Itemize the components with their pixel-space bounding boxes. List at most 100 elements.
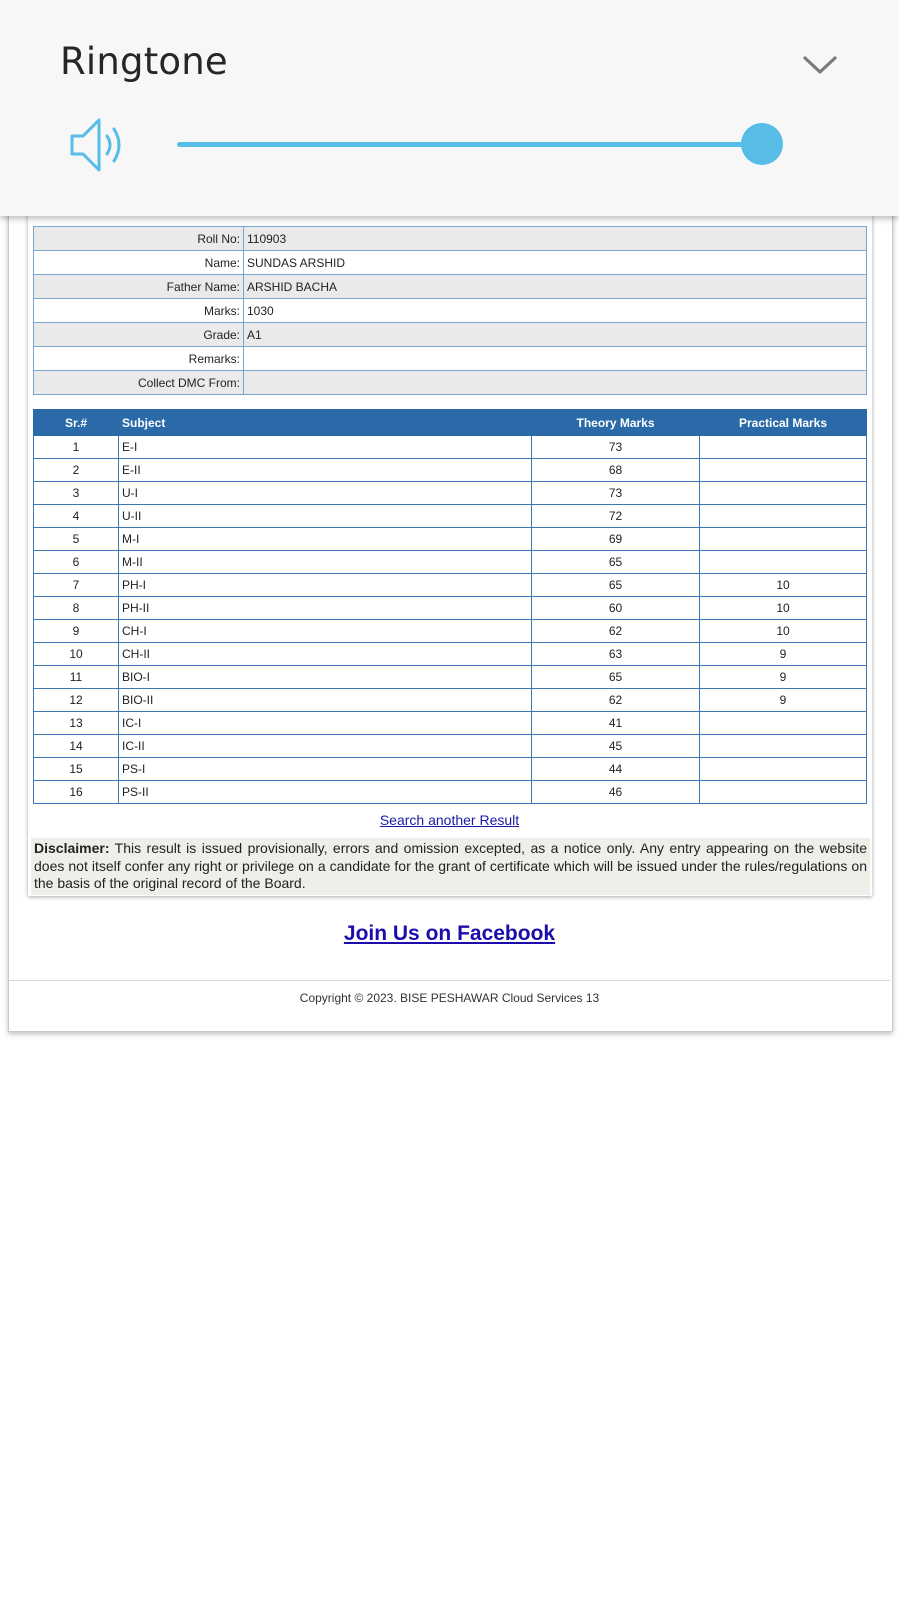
cell-subject: BIO-I: [118, 665, 532, 689]
column-header-theory: Theory Marks: [531, 409, 700, 436]
table-row: 15 PS-I 44: [33, 757, 867, 781]
cell-sr: 3: [33, 481, 119, 505]
cell-subject: PH-II: [118, 596, 532, 620]
table-row: 8 PH-II 60 10: [33, 596, 867, 620]
cell-theory: 44: [531, 757, 700, 781]
cell-sr: 2: [33, 458, 119, 482]
table-row: 16 PS-II 46: [33, 780, 867, 804]
info-row: Roll No: 110903: [33, 226, 867, 251]
cell-practical: 9: [699, 665, 867, 689]
column-header-subject: Subject: [118, 409, 532, 436]
cell-theory: 65: [531, 550, 700, 574]
cell-theory: 45: [531, 734, 700, 758]
copyright-text: Copyright © 2023. BISE PESHAWAR Cloud Se…: [299, 991, 600, 1005]
info-value: [243, 346, 867, 371]
cell-sr: 6: [33, 550, 119, 574]
cell-theory: 73: [531, 435, 700, 459]
disclaimer-text: This result is issued provisionally, err…: [34, 840, 867, 891]
cell-theory: 68: [531, 458, 700, 482]
info-row: Name: SUNDAS ARSHID: [33, 250, 867, 275]
table-row: 5 M-I 69: [33, 527, 867, 551]
cell-sr: 8: [33, 596, 119, 620]
cell-sr: 15: [33, 757, 119, 781]
info-label: Father Name:: [33, 274, 244, 299]
cell-practical: 9: [699, 642, 867, 666]
cell-practical: 10: [699, 573, 867, 597]
cell-subject: PS-I: [118, 757, 532, 781]
cell-theory: 73: [531, 481, 700, 505]
info-row: Marks: 1030: [33, 298, 867, 323]
cell-practical: [699, 711, 867, 735]
column-header-practical: Practical Marks: [699, 409, 867, 436]
volume-slider-thumb[interactable]: [741, 123, 783, 165]
table-row: 12 BIO-II 62 9: [33, 688, 867, 712]
table-row: 14 IC-II 45: [33, 734, 867, 758]
info-row: Remarks:: [33, 346, 867, 371]
cell-subject: IC-I: [118, 711, 532, 735]
cell-subject: PS-II: [118, 780, 532, 804]
volume-slider-track[interactable]: [177, 142, 762, 147]
table-row: 6 M-II 65: [33, 550, 867, 574]
search-another-result-link[interactable]: Search another Result: [0, 812, 899, 828]
cell-theory: 46: [531, 780, 700, 804]
cell-sr: 10: [33, 642, 119, 666]
cell-practical: 10: [699, 596, 867, 620]
info-row: Father Name: ARSHID BACHA: [33, 274, 867, 299]
cell-subject: PH-I: [118, 573, 532, 597]
cell-theory: 41: [531, 711, 700, 735]
disclaimer-label: Disclaimer:: [34, 840, 110, 856]
chevron-down-icon[interactable]: [800, 50, 840, 80]
marks-table: Sr.# Subject Theory Marks Practical Mark…: [33, 409, 867, 804]
cell-practical: [699, 734, 867, 758]
info-value: [243, 370, 867, 395]
table-row: 7 PH-I 65 10: [33, 573, 867, 597]
info-label: Marks:: [33, 298, 244, 323]
info-label: Roll No:: [33, 226, 244, 251]
cell-subject: M-I: [118, 527, 532, 551]
cell-theory: 60: [531, 596, 700, 620]
cell-theory: 62: [531, 688, 700, 712]
cell-sr: 14: [33, 734, 119, 758]
cell-sr: 12: [33, 688, 119, 712]
disclaimer: Disclaimer: This result is issued provis…: [31, 838, 870, 895]
volume-panel: Ringtone: [0, 0, 899, 216]
cell-subject: U-II: [118, 504, 532, 528]
table-row: 10 CH-II 63 9: [33, 642, 867, 666]
info-row: Collect DMC From:: [33, 370, 867, 395]
cell-subject: IC-II: [118, 734, 532, 758]
table-row: 3 U-I 73: [33, 481, 867, 505]
join-facebook-link[interactable]: Join Us on Facebook: [0, 922, 899, 946]
cell-sr: 5: [33, 527, 119, 551]
table-row: 13 IC-I 41: [33, 711, 867, 735]
table-row: 11 BIO-I 65 9: [33, 665, 867, 689]
cell-theory: 69: [531, 527, 700, 551]
cell-practical: [699, 504, 867, 528]
info-label: Name:: [33, 250, 244, 275]
volume-stream-title: Ringtone: [60, 40, 228, 83]
cell-sr: 7: [33, 573, 119, 597]
cell-practical: [699, 780, 867, 804]
cell-sr: 11: [33, 665, 119, 689]
cell-practical: [699, 458, 867, 482]
cell-sr: 13: [33, 711, 119, 735]
cell-theory: 65: [531, 573, 700, 597]
info-label: Collect DMC From:: [33, 370, 244, 395]
cell-theory: 62: [531, 619, 700, 643]
info-value: 1030: [243, 298, 867, 323]
cell-subject: U-I: [118, 481, 532, 505]
speaker-icon[interactable]: [68, 116, 132, 176]
info-value: 110903: [243, 226, 867, 251]
cell-practical: [699, 435, 867, 459]
cell-sr: 9: [33, 619, 119, 643]
cell-subject: CH-I: [118, 619, 532, 643]
cell-theory: 72: [531, 504, 700, 528]
marks-table-header: Sr.# Subject Theory Marks Practical Mark…: [33, 409, 867, 436]
cell-theory: 65: [531, 665, 700, 689]
cell-subject: M-II: [118, 550, 532, 574]
info-value: SUNDAS ARSHID: [243, 250, 867, 275]
cell-sr: 16: [33, 780, 119, 804]
cell-practical: [699, 550, 867, 574]
info-value: A1: [243, 322, 867, 347]
info-label: Remarks:: [33, 346, 244, 371]
info-value: ARSHID BACHA: [243, 274, 867, 299]
